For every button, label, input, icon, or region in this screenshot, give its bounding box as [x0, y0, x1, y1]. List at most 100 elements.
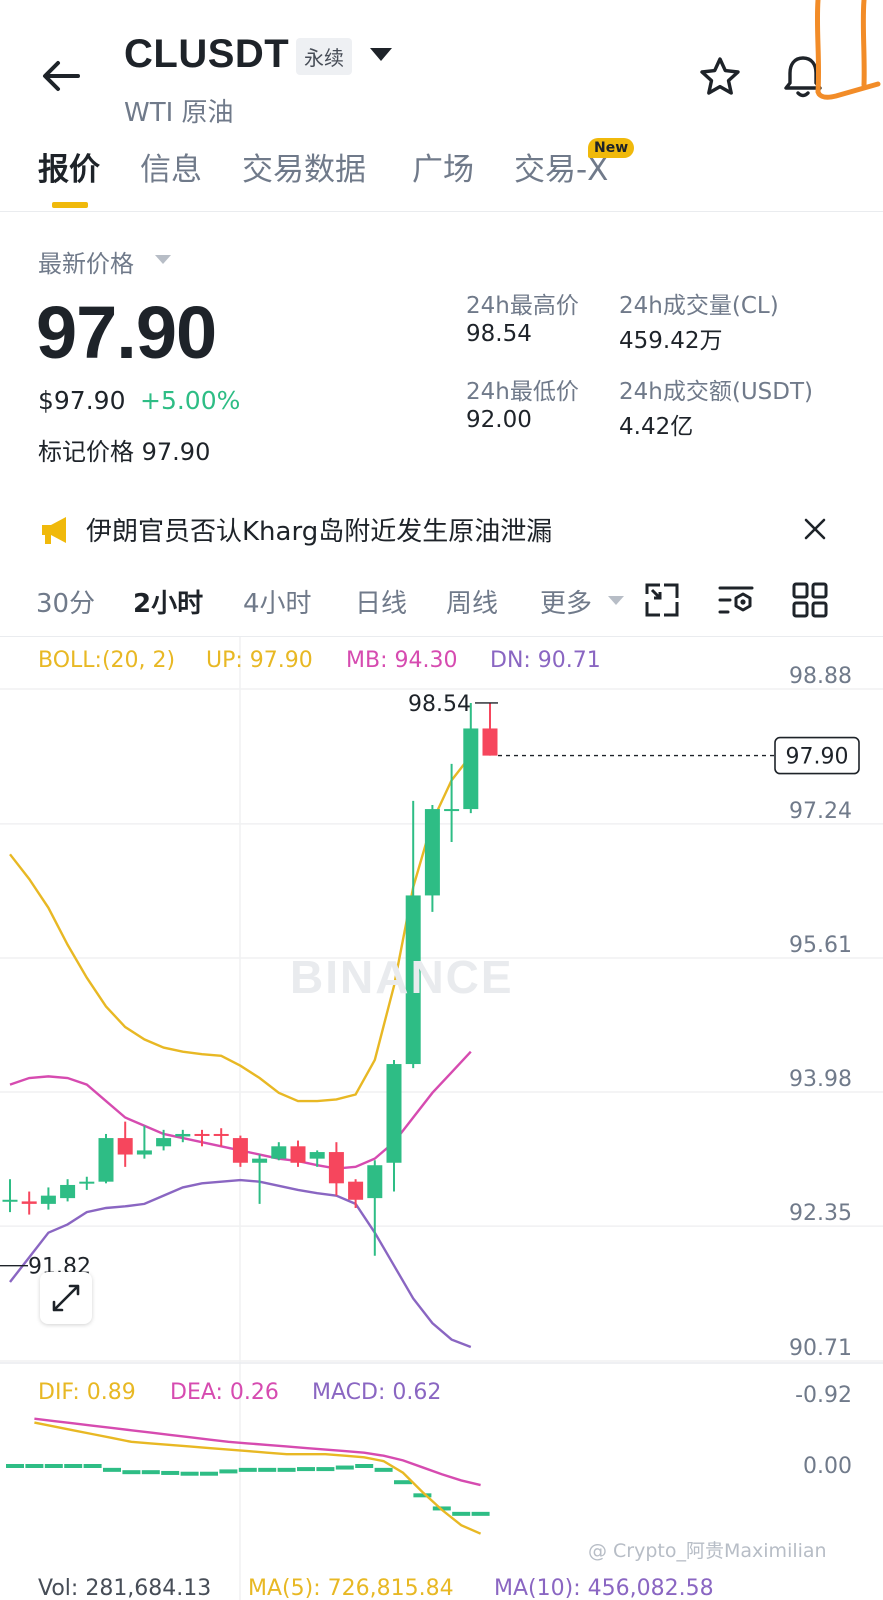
- interval-30m[interactable]: 30分: [36, 583, 95, 620]
- boll-up-label: UP: 97.90: [206, 648, 313, 673]
- macd-histogram-bar: [141, 1470, 160, 1475]
- macd-axis-tick: -0.92: [795, 1383, 852, 1408]
- footer-watermark: @ Crypto_阿贵Maximilian: [588, 1540, 827, 1562]
- favorite-star-icon[interactable]: [698, 55, 742, 99]
- macd-histogram-bar: [258, 1467, 277, 1472]
- macd-histogram-bar: [355, 1464, 374, 1468]
- interval-1d[interactable]: 日线: [355, 583, 407, 620]
- header: CLUSDT 永续 WTI 原油: [0, 0, 883, 130]
- close-icon[interactable]: [800, 514, 830, 544]
- price-axis-tick: 93.98: [789, 1067, 852, 1092]
- volume-24h-value: 459.42万: [619, 328, 723, 354]
- expand-chart-button[interactable]: [40, 1272, 92, 1324]
- candle-up: [79, 1181, 95, 1184]
- tab-square[interactable]: 广场: [412, 144, 474, 189]
- tab-quote[interactable]: 报价: [38, 144, 100, 189]
- macd-histogram-bar: [452, 1511, 471, 1516]
- candle-down: [21, 1201, 37, 1204]
- mark-price: 标记价格 97.90: [38, 432, 210, 467]
- volume-24h-label: 24h成交量(CL): [619, 293, 779, 319]
- candle-up: [136, 1150, 152, 1155]
- symbol-dropdown-icon[interactable]: [370, 48, 392, 61]
- macd-histogram-bar: [471, 1511, 490, 1516]
- orange-scribble-annotation: [814, 0, 881, 100]
- macd-histogram-bar: [25, 1464, 44, 1468]
- macd-histogram-bar: [64, 1464, 83, 1468]
- price-axis-tick: 90.71: [789, 1336, 852, 1361]
- latest-price-label[interactable]: 最新价格: [38, 244, 134, 279]
- macd-histogram-bar: [219, 1469, 238, 1474]
- back-arrow-icon[interactable]: [38, 52, 86, 100]
- candle-up: [2, 1199, 18, 1202]
- price-axis-tick: 98.88: [789, 664, 852, 689]
- dif-label: DIF: 0.89: [38, 1380, 136, 1405]
- vol-ma5-label: MA(5): 726,815.84: [248, 1576, 454, 1600]
- mark-price-value: 97.90: [141, 438, 211, 466]
- high-24h-value: 98.54: [466, 321, 532, 347]
- interval-4h[interactable]: 4小时: [243, 583, 312, 620]
- boll-params-label: BOLL:(20, 2): [38, 648, 176, 673]
- macd-histogram-bar: [238, 1467, 257, 1472]
- candle-up: [271, 1146, 287, 1159]
- price-axis-tick: 95.61: [789, 933, 852, 958]
- amount-24h-value: 4.42亿: [619, 414, 694, 440]
- last-price: 97.90: [36, 291, 217, 374]
- candle-up: [60, 1184, 76, 1199]
- usd-price: $97.90: [38, 386, 126, 415]
- macd-histogram-bar: [180, 1471, 199, 1476]
- megaphone-icon: [42, 517, 66, 544]
- macd-histogram-bar: [161, 1470, 180, 1475]
- price-axis-tick: 97.24: [789, 799, 852, 824]
- candle-up: [175, 1133, 191, 1137]
- high-24h-label: 24h最高价: [466, 293, 579, 319]
- more-dropdown-icon[interactable]: [608, 596, 624, 605]
- macd-histogram-bar: [394, 1480, 412, 1485]
- tab-bar: 报价 信息 交易数据 广场 交易-X: [0, 140, 883, 212]
- dea-label: DEA: 0.26: [170, 1380, 279, 1405]
- candle-up: [463, 728, 479, 810]
- candle-up: [424, 809, 440, 896]
- instrument-subtitle: WTI 原油: [124, 98, 234, 128]
- candle-down: [117, 1138, 133, 1155]
- tab-info[interactable]: 信息: [140, 144, 202, 189]
- boll-dn-label: DN: 90.71: [490, 648, 601, 673]
- candle-down: [213, 1133, 229, 1136]
- last-price-tag: 97.90: [786, 745, 849, 770]
- chart-settings-icon[interactable]: [716, 580, 756, 620]
- macd-histogram-bar: [316, 1467, 335, 1472]
- new-badge: New: [588, 138, 635, 158]
- macd-histogram-bar: [44, 1464, 63, 1468]
- candle-down: [348, 1181, 364, 1200]
- announcement-text[interactable]: 伊朗官员否认Kharg岛附近发生原油泄漏: [86, 511, 552, 548]
- interval-2h[interactable]: 2小时: [133, 583, 203, 620]
- interval-more[interactable]: 更多: [540, 583, 592, 620]
- price-axis-tick: 92.35: [789, 1201, 852, 1226]
- interval-1w[interactable]: 周线: [446, 583, 498, 620]
- contract-type-badge: 永续: [296, 38, 352, 75]
- boll-mb-label: MB: 94.30: [346, 648, 458, 673]
- candlestick-chart[interactable]: 98.88 97.24 95.61 93.98 92.35 90.71 97.90 98.54…: [0, 637, 883, 1600]
- candle-down: [328, 1152, 344, 1184]
- chart-fullscreen-icon[interactable]: [642, 580, 682, 620]
- mark-price-label: 标记价格: [38, 438, 134, 466]
- macd-histogram-bar: [335, 1465, 354, 1470]
- macd-histogram-bar: [122, 1470, 141, 1475]
- candle-down: [232, 1138, 248, 1163]
- candle-up: [309, 1152, 325, 1159]
- macd-histogram-bar: [6, 1464, 24, 1468]
- high-marker-label: 98.54: [408, 692, 471, 717]
- macd-histogram-bar: [297, 1467, 315, 1472]
- candle-up: [252, 1158, 268, 1163]
- low-24h-label: 24h最低价: [466, 379, 579, 405]
- dif-line: [34, 1421, 482, 1535]
- tab-trading-data[interactable]: 交易数据: [242, 144, 366, 189]
- low-24h-value: 92.00: [466, 407, 532, 433]
- grid-layout-icon[interactable]: [790, 580, 830, 620]
- macd-histogram-bar: [83, 1464, 102, 1468]
- symbol-title[interactable]: CLUSDT: [124, 32, 289, 77]
- price-type-dropdown-icon[interactable]: [155, 255, 171, 264]
- candle-down: [290, 1146, 306, 1163]
- candle-up: [40, 1195, 56, 1204]
- amount-24h-label: 24h成交额(USDT): [619, 379, 813, 405]
- macd-histogram-bar: [277, 1467, 296, 1472]
